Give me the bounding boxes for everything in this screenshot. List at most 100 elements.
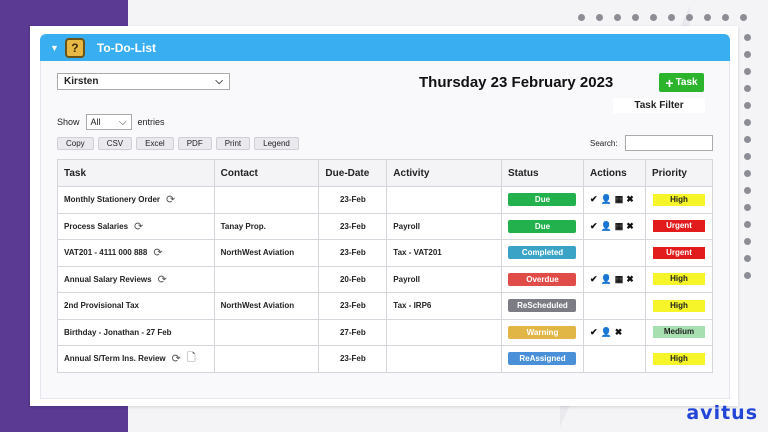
task-name[interactable]: Annual S/Term Ins. Review [64, 354, 166, 363]
pdf-button[interactable]: PDF [177, 137, 212, 150]
task-name[interactable]: Birthday - Jonathan - 27 Feb [64, 328, 172, 337]
close-icon[interactable]: ✖ [615, 327, 623, 338]
person-icon[interactable]: 👤 [601, 274, 612, 285]
calendar-icon[interactable]: ▦ [615, 194, 624, 205]
contact-cell [213, 186, 320, 214]
status-cell: Overdue [501, 265, 584, 293]
priority-badge: High [652, 299, 705, 312]
decor-dots-column [744, 34, 751, 279]
due-date-cell: 23-Feb [318, 345, 388, 373]
status-badge[interactable]: Due [508, 219, 577, 233]
refresh-icon[interactable]: ⟳ [134, 220, 143, 233]
status-badge[interactable]: Overdue [508, 272, 577, 286]
entries-label: entries [137, 117, 165, 127]
calendar-icon[interactable]: ▦ [615, 274, 624, 285]
column-header-due-date[interactable]: Due-Date [318, 159, 388, 187]
table-row[interactable]: VAT201 - 4111 000 888 ⟳ NorthWest Aviation… [57, 239, 714, 267]
excel-button[interactable]: Excel [136, 137, 174, 150]
activity-cell: Payroll [386, 212, 502, 240]
close-icon[interactable]: ✖ [626, 221, 634, 232]
check-icon[interactable]: ✔ [590, 327, 598, 338]
person-icon[interactable]: 👤 [601, 221, 612, 232]
due-date-cell: 27-Feb [318, 318, 388, 346]
refresh-icon[interactable]: ⟳ [158, 273, 167, 286]
actions-cell: ✔ 👤 ▦ ✖ [582, 212, 646, 240]
date-title: Thursday 23 February 2023 [419, 74, 614, 91]
refresh-icon[interactable]: ⟳ [166, 193, 175, 206]
due-date-cell: 20-Feb [318, 265, 388, 293]
task-name[interactable]: Monthly Stationery Order [64, 195, 160, 204]
activity-cell: Payroll [386, 265, 502, 293]
check-icon[interactable]: ✔ [590, 274, 598, 285]
actions-cell [582, 239, 646, 267]
task-name[interactable]: Annual Salary Reviews [64, 275, 152, 284]
legend-button[interactable]: Legend [254, 137, 299, 150]
person-icon[interactable]: 👤 [601, 194, 612, 205]
table-row[interactable]: Process Salaries ⟳ Tanay Prop. 23-Feb Payrol… [57, 212, 714, 240]
priority-badge: Urgent [652, 246, 705, 259]
calendar-icon[interactable]: ▦ [615, 221, 624, 232]
task-filter-button[interactable]: Task Filter [613, 98, 705, 113]
status-badge[interactable]: ReAssigned [508, 352, 577, 366]
status-badge[interactable]: ReScheduled [508, 299, 577, 313]
contact-cell [213, 265, 320, 293]
priority-cell: High [644, 345, 714, 373]
task-cell: Process Salaries ⟳ [57, 212, 215, 240]
table-row[interactable]: Annual S/Term Ins. Review ⟳ 🗋 23-Feb ReAssig… [57, 345, 714, 373]
status-badge[interactable]: Due [508, 193, 577, 207]
actions-cell: ✔ 👤 ▦ ✖ [582, 186, 646, 214]
task-name[interactable]: VAT201 - 4111 000 888 [64, 248, 147, 257]
contact-cell: NorthWest Aviation [213, 239, 320, 267]
add-task-button[interactable]: + Task [659, 73, 704, 92]
table-row[interactable]: Birthday - Jonathan - 27 Feb 27-Feb Warnin… [57, 318, 714, 346]
person-icon[interactable]: 👤 [601, 327, 612, 338]
activity-cell [386, 186, 502, 214]
table-row[interactable]: Monthly Stationery Order ⟳ 23-Feb Due ✔ 👤 ▦ ✖ Hi… [57, 186, 714, 214]
task-cell: Birthday - Jonathan - 27 Feb [57, 318, 215, 346]
contact-cell: Tanay Prop. [213, 212, 320, 240]
priority-cell: Urgent [644, 239, 714, 267]
chevron-down-icon: ⌵ [215, 76, 223, 87]
column-header-actions[interactable]: Actions [582, 159, 646, 187]
task-name[interactable]: Process Salaries [64, 222, 128, 231]
copy-button[interactable]: Copy [57, 137, 94, 150]
status-badge[interactable]: Completed [508, 246, 577, 260]
decor-dots-row [578, 14, 747, 21]
due-date-cell: 23-Feb [318, 292, 388, 320]
close-icon[interactable]: ✖ [626, 274, 634, 285]
print-button[interactable]: Print [215, 137, 251, 150]
task-name[interactable]: 2nd Provisional Tax [64, 301, 139, 310]
entries-select[interactable]: All ⌵ [85, 114, 132, 130]
column-header-priority[interactable]: Priority [644, 159, 714, 187]
activity-cell: Tax - VAT201 [386, 239, 502, 267]
collapse-arrow-icon[interactable]: ▼ [50, 43, 59, 53]
check-icon[interactable]: ✔ [590, 221, 598, 232]
user-select[interactable]: Kirsten ⌵ [57, 73, 230, 90]
table-row[interactable]: 2nd Provisional Tax NorthWest Aviation 23-… [57, 292, 714, 320]
status-cell: Due [501, 212, 584, 240]
due-date-cell: 23-Feb [318, 186, 388, 214]
column-header-activity[interactable]: Activity [386, 159, 502, 187]
document-icon[interactable]: 🗋 [187, 349, 196, 368]
task-cell: VAT201 - 4111 000 888 ⟳ [57, 239, 215, 267]
priority-badge: Urgent [652, 220, 705, 233]
status-cell: ReScheduled [501, 292, 584, 320]
activity-cell [386, 318, 502, 346]
refresh-icon[interactable]: ⟳ [172, 352, 181, 365]
chevron-down-icon: ⌵ [118, 116, 127, 128]
column-header-task[interactable]: Task [57, 159, 215, 187]
column-header-status[interactable]: Status [501, 159, 584, 187]
search-input[interactable] [625, 135, 713, 151]
panel-body: Kirsten ⌵ Thursday 23 February 2023 + Ta… [40, 61, 730, 399]
status-badge[interactable]: Warning [508, 325, 577, 339]
refresh-icon[interactable]: ⟳ [153, 246, 162, 259]
close-icon[interactable]: ✖ [626, 194, 634, 205]
table-row[interactable]: Annual Salary Reviews ⟳ 20-Feb Payroll Overd… [57, 265, 714, 293]
task-table: Task Contact Due-Date Activity Status Ac… [57, 159, 714, 373]
contact-cell: NorthWest Aviation [213, 292, 320, 320]
column-header-contact[interactable]: Contact [213, 159, 320, 187]
table-header-row: Task Contact Due-Date Activity Status Ac… [57, 159, 714, 187]
contact-cell [213, 345, 320, 373]
csv-button[interactable]: CSV [97, 137, 133, 150]
check-icon[interactable]: ✔ [590, 194, 598, 205]
